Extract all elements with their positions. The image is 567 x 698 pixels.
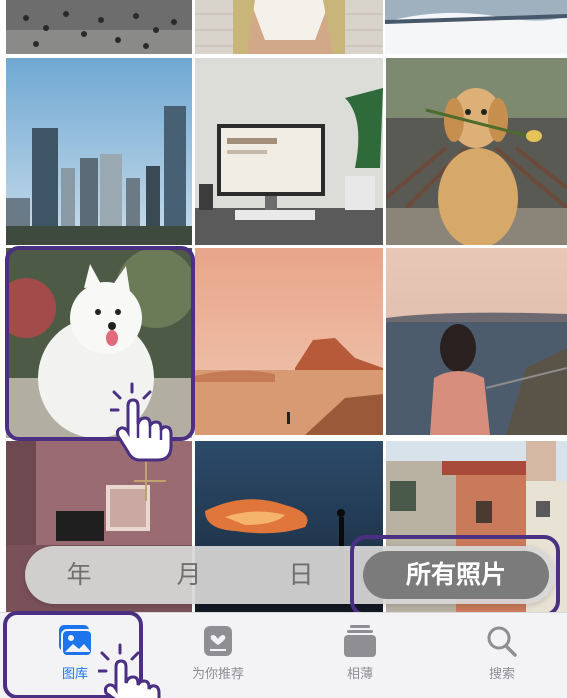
photo-person-torso[interactable] (195, 0, 383, 54)
photo-crowd[interactable] (6, 0, 192, 54)
tab-search[interactable]: 搜索 (442, 613, 562, 698)
tab-albums[interactable]: 相薄 (300, 613, 420, 698)
tab-bar: 图库 为你推荐 相薄 搜索 (0, 611, 567, 698)
segment-year[interactable]: 年 (39, 546, 119, 604)
timeline-segmented-control: 年 月 日 所有照片 (25, 546, 555, 604)
albums-icon (344, 625, 376, 657)
tab-albums-label: 相薄 (346, 667, 373, 682)
segment-month[interactable]: 月 (149, 546, 229, 604)
photos-library-icon (59, 625, 93, 657)
for-you-icon (204, 626, 232, 656)
photo-grid: 年 月 日 所有照片 (0, 0, 567, 617)
tab-for-you-label: 为你推荐 (191, 667, 244, 682)
photo-girl-by-sea[interactable] (386, 248, 567, 435)
segment-day[interactable]: 日 (261, 546, 341, 604)
photo-snow[interactable] (385, 0, 567, 54)
photo-golden-retriever-flower[interactable] (386, 58, 567, 245)
tap-hand-icon (110, 382, 173, 462)
search-icon (487, 626, 517, 657)
segment-all-photos[interactable]: 所有照片 (363, 551, 549, 599)
tab-for-you[interactable]: 为你推荐 (158, 613, 278, 698)
photo-desert-rocks[interactable] (195, 248, 383, 435)
tab-search-label: 搜索 (488, 667, 515, 682)
photo-city-skyline[interactable] (6, 58, 192, 245)
tap-hand-icon (98, 643, 161, 698)
photo-desk-monitor[interactable] (195, 58, 383, 245)
